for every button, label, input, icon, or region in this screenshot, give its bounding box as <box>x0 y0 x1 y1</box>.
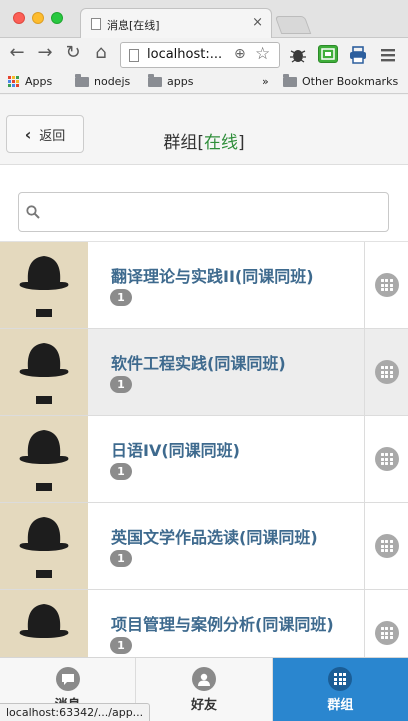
group-avatar <box>0 242 88 328</box>
bookmark-apps-folder[interactable]: apps <box>148 73 194 88</box>
group-name: 项目管理与案例分析(同课同班) <box>111 615 334 634</box>
zoom-icon[interactable]: ⊕ <box>234 46 246 62</box>
status-bracket-close: ] <box>238 133 245 153</box>
folder-icon <box>148 73 162 87</box>
minimize-window-button[interactable] <box>32 12 44 24</box>
group-avatar <box>0 416 88 502</box>
group-avatar <box>0 590 88 657</box>
unread-badge: 1 <box>110 463 132 480</box>
forward-arrow-icon[interactable]: → <box>34 42 56 63</box>
tab-label: 群组 <box>327 698 354 713</box>
bookmark-other[interactable]: Other Bookmarks <box>283 73 399 88</box>
grid-icon <box>374 360 399 384</box>
bug-extension-icon[interactable] <box>288 46 308 64</box>
bookmark-label: Apps <box>25 75 53 88</box>
group-name: 日语IV(同课同班) <box>111 441 240 460</box>
maximize-window-button[interactable] <box>51 12 63 24</box>
group-menu-button[interactable] <box>364 329 408 415</box>
print-friendly-extension-icon[interactable] <box>318 45 338 63</box>
reload-icon[interactable]: ↻ <box>62 42 84 63</box>
bookmark-nodejs[interactable]: nodejs <box>75 73 131 88</box>
grid-icon <box>374 534 399 558</box>
address-bar[interactable]: localhost:... ⊕ ☆ <box>120 42 280 68</box>
search-area <box>0 165 408 242</box>
group-item[interactable]: 翻译理论与实践II(同课同班) 1 <box>0 242 408 329</box>
grid-icon <box>374 273 399 297</box>
page-icon <box>129 49 139 62</box>
tab-friends[interactable]: 好友 <box>136 658 273 721</box>
menu-icon[interactable] <box>378 47 398 65</box>
printer-icon[interactable] <box>348 46 368 64</box>
unread-badge: 1 <box>110 637 132 654</box>
close-window-button[interactable] <box>13 12 25 24</box>
page-icon <box>91 18 101 30</box>
tab-groups[interactable]: 群组 <box>272 658 408 721</box>
folder-icon <box>75 73 89 87</box>
address-text: localhost:... <box>147 47 223 62</box>
unread-badge: 1 <box>110 550 132 567</box>
group-menu-button[interactable] <box>364 416 408 502</box>
overflow-chevron-icon: » <box>262 75 269 88</box>
group-item[interactable]: 英国文学作品选读(同课同班) 1 <box>0 503 408 590</box>
group-name: 软件工程实践(同课同班) <box>111 354 286 373</box>
tab-title: 消息[在线] <box>107 19 160 32</box>
folder-icon <box>283 73 297 87</box>
unread-badge: 1 <box>110 376 132 393</box>
group-menu-button[interactable] <box>364 590 408 657</box>
grid-icon <box>374 621 399 645</box>
group-item[interactable]: 日语IV(同课同班) 1 <box>0 416 408 503</box>
back-arrow-icon[interactable]: ← <box>6 42 28 63</box>
browser-titlebar: 消息[在线] × <box>0 0 408 38</box>
search-icon <box>26 205 40 219</box>
chat-icon <box>55 667 80 691</box>
bookmark-label: nodejs <box>94 75 131 88</box>
status-bracket-open: [ <box>197 133 204 153</box>
grid-icon <box>328 667 353 691</box>
bookmark-label: Other Bookmarks <box>302 75 399 88</box>
group-avatar <box>0 503 88 589</box>
tab-close-icon[interactable]: × <box>252 15 263 30</box>
group-name: 翻译理论与实践II(同课同班) <box>111 267 314 286</box>
page-title: 群组[在线] <box>0 128 408 153</box>
user-icon <box>191 667 216 691</box>
bookmark-apps[interactable]: Apps <box>8 75 52 88</box>
apps-icon <box>8 75 20 88</box>
group-item[interactable]: 项目管理与案例分析(同课同班) 1 <box>0 590 408 657</box>
bookmark-label: apps <box>167 75 194 88</box>
online-status: 在线 <box>204 133 238 153</box>
group-list: 翻译理论与实践II(同课同班) 1 软件工程实践(同课同班) 1 日语IV(同课… <box>0 242 408 657</box>
group-name: 英国文学作品选读(同课同班) <box>111 528 318 547</box>
new-tab-button[interactable] <box>274 16 312 34</box>
home-icon[interactable]: ⌂ <box>90 42 112 63</box>
browser-toolbar: ← → ↻ ⌂ localhost:... ⊕ ☆ <box>0 38 408 70</box>
group-item[interactable]: 软件工程实践(同课同班) 1 <box>0 329 408 416</box>
group-menu-button[interactable] <box>364 242 408 328</box>
tab-label: 好友 <box>190 698 217 713</box>
bookmarks-overflow[interactable]: » <box>262 75 269 88</box>
unread-badge: 1 <box>110 289 132 306</box>
search-input[interactable] <box>18 192 389 232</box>
app-header: ‹ 返回 群组[在线] <box>0 95 408 165</box>
group-menu-button[interactable] <box>364 503 408 589</box>
browser-tab[interactable]: 消息[在线] × <box>80 8 272 38</box>
grid-icon <box>374 447 399 471</box>
group-avatar <box>0 329 88 415</box>
page-title-text: 群组 <box>163 133 198 153</box>
bookmark-star-icon[interactable]: ☆ <box>255 44 270 64</box>
link-status-bar: localhost:63342/.../app... <box>0 703 151 721</box>
bookmarks-bar: Apps nodejs apps » Other Bookmarks <box>0 70 408 94</box>
